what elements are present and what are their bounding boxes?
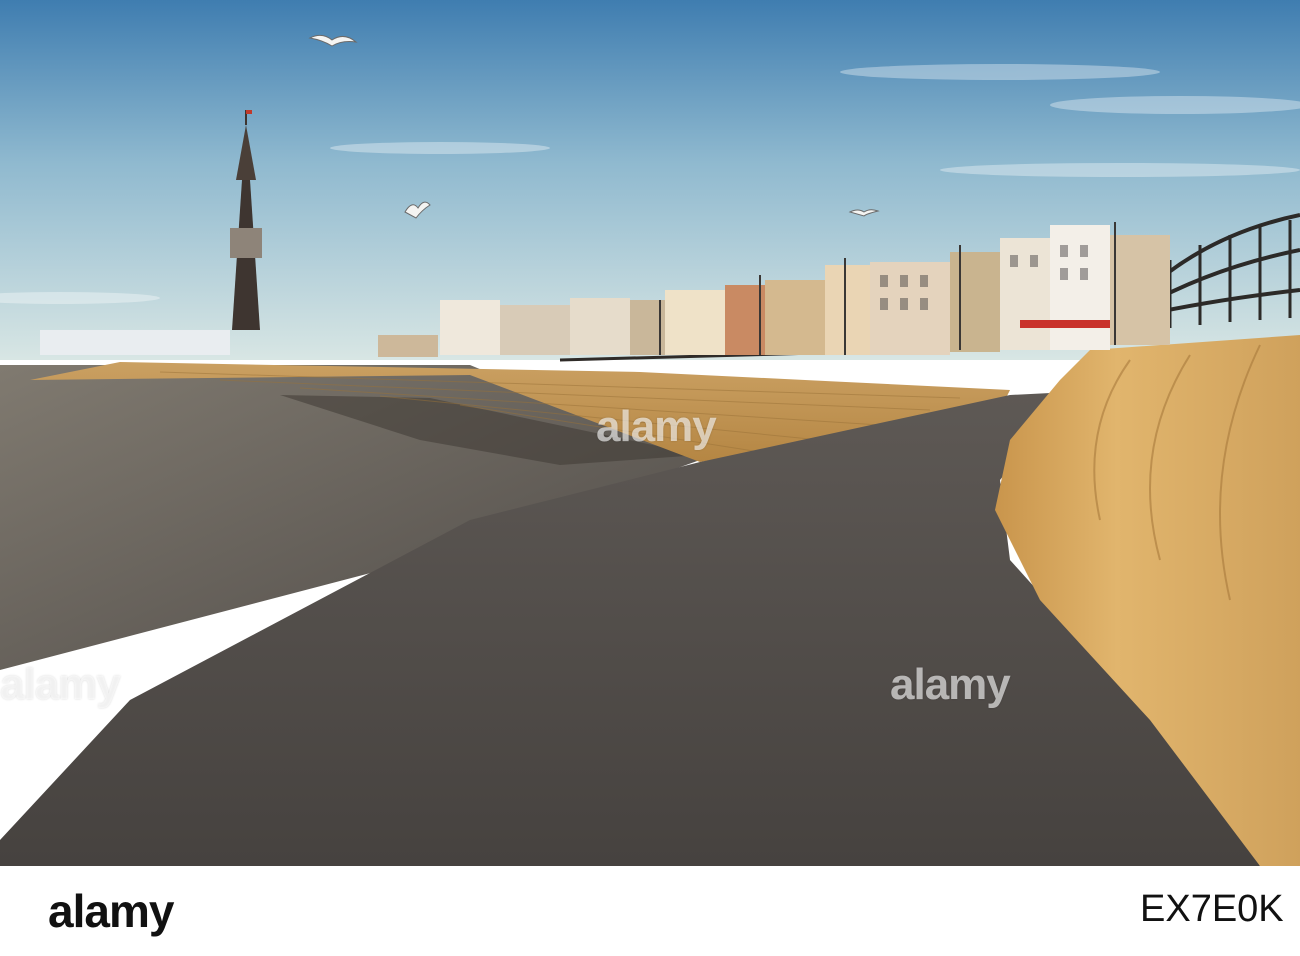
photo-frame: alamy alamy alamy alamy EX7E0K [0, 0, 1300, 956]
pier-building [40, 330, 230, 355]
brand-logo[interactable]: alamy [48, 884, 174, 938]
footer-bar [0, 866, 1300, 956]
promenade-kiosk [378, 335, 438, 357]
seafront-photo [0, 0, 1300, 866]
image-id: EX7E0K [1140, 888, 1284, 930]
